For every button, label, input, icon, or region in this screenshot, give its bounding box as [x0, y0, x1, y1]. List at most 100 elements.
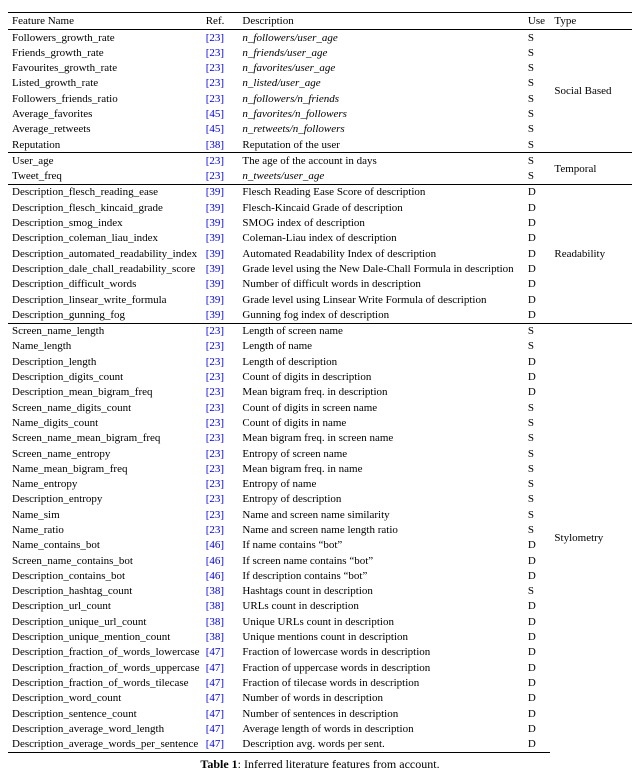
- table-row: Tweet_freq[23]n_tweets/user_ageS: [8, 169, 632, 185]
- cell-feature: Average_retweets: [8, 122, 202, 137]
- ref-link[interactable]: [46]: [206, 539, 224, 551]
- cell-desc: n_friends/user_age: [238, 45, 523, 60]
- ref-link[interactable]: [23]: [206, 417, 224, 429]
- cell-ref: [39]: [202, 277, 239, 292]
- cell-feature: Description_average_word_length: [8, 721, 202, 736]
- ref-link[interactable]: [39]: [206, 248, 224, 260]
- ref-link[interactable]: [23]: [206, 77, 224, 89]
- cell-desc: Name and screen name length ratio: [238, 523, 523, 538]
- ref-link[interactable]: [23]: [206, 402, 224, 414]
- col-desc: Description: [238, 13, 523, 30]
- ref-link[interactable]: [39]: [206, 202, 224, 214]
- ref-link[interactable]: [46]: [206, 570, 224, 582]
- table-row: Description_difficult_words[39]Number of…: [8, 277, 632, 292]
- cell-desc: Hashtags count in description: [238, 584, 523, 599]
- cell-feature: Tweet_freq: [8, 169, 202, 185]
- caption-text: : Inferred literature features from acco…: [238, 757, 440, 771]
- cell-feature: Screen_name_contains_bot: [8, 553, 202, 568]
- ref-link[interactable]: [38]: [206, 616, 224, 628]
- ref-link[interactable]: [39]: [206, 278, 224, 290]
- ref-link[interactable]: [46]: [206, 555, 224, 567]
- ref-link[interactable]: [23]: [206, 386, 224, 398]
- ref-link[interactable]: [45]: [206, 108, 224, 120]
- ref-link[interactable]: [23]: [206, 509, 224, 521]
- cell-use: D: [524, 200, 551, 215]
- cell-desc: Automated Readability Index of descripti…: [238, 246, 523, 261]
- ref-link[interactable]: [23]: [206, 62, 224, 74]
- cell-feature: Name_digits_count: [8, 415, 202, 430]
- ref-link[interactable]: [47]: [206, 646, 224, 658]
- table-row: Description_unique_url_count[38]Unique U…: [8, 614, 632, 629]
- ref-link[interactable]: [38]: [206, 600, 224, 612]
- ref-link[interactable]: [23]: [206, 340, 224, 352]
- ref-link[interactable]: [47]: [206, 723, 224, 735]
- ref-link[interactable]: [23]: [206, 371, 224, 383]
- ref-link[interactable]: [38]: [206, 585, 224, 597]
- ref-link[interactable]: [23]: [206, 448, 224, 460]
- cell-use: D: [524, 216, 551, 231]
- ref-link[interactable]: [47]: [206, 738, 224, 750]
- ref-link[interactable]: [39]: [206, 186, 224, 198]
- cell-feature: Screen_name_mean_bigram_freq: [8, 431, 202, 446]
- ref-link[interactable]: [23]: [206, 93, 224, 105]
- ref-link[interactable]: [23]: [206, 493, 224, 505]
- ref-link[interactable]: [23]: [206, 325, 224, 337]
- table-row: Average_retweets[45]n_retweets/n_followe…: [8, 122, 632, 137]
- cell-use: D: [524, 354, 551, 369]
- ref-link[interactable]: [47]: [206, 708, 224, 720]
- cell-desc: Grade level using the New Dale-Chall For…: [238, 261, 523, 276]
- cell-use: D: [524, 277, 551, 292]
- cell-feature: Description_smog_index: [8, 216, 202, 231]
- ref-link[interactable]: [23]: [206, 432, 224, 444]
- table-row: Screen_name_entropy[23]Entropy of screen…: [8, 446, 632, 461]
- ref-link[interactable]: [39]: [206, 263, 224, 275]
- ref-link[interactable]: [23]: [206, 155, 224, 167]
- cell-desc: Count of digits in name: [238, 415, 523, 430]
- ref-link[interactable]: [38]: [206, 631, 224, 643]
- ref-link[interactable]: [23]: [206, 47, 224, 59]
- cell-use: D: [524, 184, 551, 200]
- table-row: Description_dale_chall_readability_score…: [8, 261, 632, 276]
- cell-desc: n_listed/user_age: [238, 76, 523, 91]
- ref-link[interactable]: [23]: [206, 463, 224, 475]
- ref-link[interactable]: [23]: [206, 356, 224, 368]
- cell-use: S: [524, 400, 551, 415]
- ref-link[interactable]: [23]: [206, 32, 224, 44]
- ref-link[interactable]: [23]: [206, 524, 224, 536]
- cell-desc: SMOG index of description: [238, 216, 523, 231]
- cell-ref: [39]: [202, 292, 239, 307]
- ref-link[interactable]: [23]: [206, 170, 224, 182]
- cell-use: D: [524, 645, 551, 660]
- cell-ref: [39]: [202, 184, 239, 200]
- ref-link[interactable]: [39]: [206, 309, 224, 321]
- cell-ref: [46]: [202, 538, 239, 553]
- cell-use: S: [524, 45, 551, 60]
- table-row: Screen_name_contains_bot[46]If screen na…: [8, 553, 632, 568]
- cell-desc: n_tweets/user_age: [238, 169, 523, 185]
- table-row: User_age[23]The age of the account in da…: [8, 153, 632, 169]
- cell-use: D: [524, 307, 551, 323]
- ref-link[interactable]: [47]: [206, 662, 224, 674]
- cell-ref: [39]: [202, 246, 239, 261]
- cell-ref: [47]: [202, 675, 239, 690]
- ref-link[interactable]: [45]: [206, 123, 224, 135]
- cell-feature: Name_length: [8, 339, 202, 354]
- ref-link[interactable]: [47]: [206, 677, 224, 689]
- table-row: Description_flesch_kincaid_grade[39]Fles…: [8, 200, 632, 215]
- ref-link[interactable]: [39]: [206, 294, 224, 306]
- table-row: Description_unique_mention_count[38]Uniq…: [8, 630, 632, 645]
- table-row: Description_entropy[23]Entropy of descri…: [8, 492, 632, 507]
- ref-link[interactable]: [39]: [206, 232, 224, 244]
- cell-ref: [38]: [202, 614, 239, 629]
- cell-ref: [23]: [202, 431, 239, 446]
- ref-link[interactable]: [38]: [206, 139, 224, 151]
- cell-ref: [23]: [202, 477, 239, 492]
- ref-link[interactable]: [39]: [206, 217, 224, 229]
- cell-type: Stylometry: [550, 323, 632, 752]
- cell-use: D: [524, 538, 551, 553]
- cell-desc: Mean bigram freq. in name: [238, 461, 523, 476]
- cell-desc: n_followers/n_friends: [238, 91, 523, 106]
- cell-use: D: [524, 691, 551, 706]
- ref-link[interactable]: [23]: [206, 478, 224, 490]
- ref-link[interactable]: [47]: [206, 692, 224, 704]
